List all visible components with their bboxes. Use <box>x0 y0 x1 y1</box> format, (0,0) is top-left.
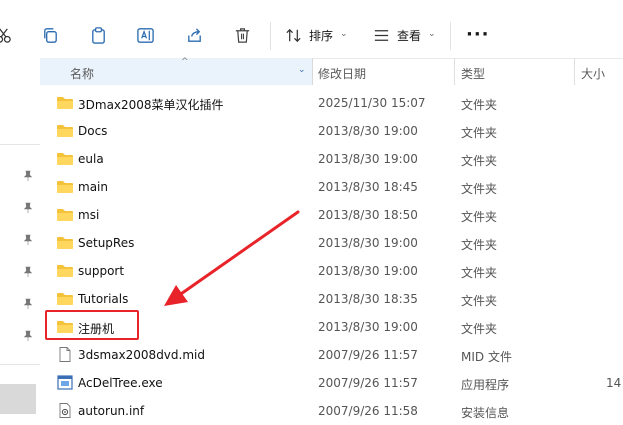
file-name: Docs <box>78 124 108 138</box>
file-name: msi <box>78 208 100 222</box>
file-type: 文件夹 <box>461 266 498 280</box>
file-type: 文件夹 <box>461 182 498 196</box>
folder-icon <box>56 123 74 138</box>
file-type: 文件夹 <box>461 126 498 140</box>
file-name: AcDelTree.exe <box>78 376 163 390</box>
column-divider[interactable] <box>454 58 455 85</box>
file-size: 14 <box>606 376 622 390</box>
file-name: 3Dmax2008菜单汉化插件 <box>78 98 224 112</box>
pin-icon[interactable] <box>22 202 34 214</box>
file-row[interactable]: Docs 2013/8/30 19:00 文件夹 <box>40 117 623 145</box>
pin-icon[interactable] <box>22 170 34 182</box>
file-date: 2013/8/30 19:00 <box>318 124 418 138</box>
column-header-date[interactable]: 修改日期 <box>318 65 366 82</box>
column-filter-chevron-icon[interactable]: ⌄ <box>298 65 310 77</box>
file-row[interactable]: support 2013/8/30 19:00 文件夹 <box>40 257 623 285</box>
nav-selected-item[interactable] <box>0 384 36 414</box>
more-options-button[interactable]: ··· <box>466 24 490 45</box>
chevron-down-icon[interactable]: ⌄ <box>340 29 348 39</box>
cut-icon[interactable] <box>0 22 16 48</box>
file-date: 2013/8/30 19:00 <box>318 236 418 250</box>
share-icon[interactable] <box>181 22 207 48</box>
file-row[interactable]: eula 2013/8/30 19:00 文件夹 <box>40 145 623 173</box>
file-name: SetupRes <box>78 236 135 250</box>
chevron-down-icon[interactable]: ⌄ <box>428 29 436 39</box>
file-date: 2007/9/26 11:57 <box>318 376 418 390</box>
navigation-pane <box>0 58 40 422</box>
file-type: 安装信息 <box>461 406 510 420</box>
delete-icon[interactable] <box>229 22 255 48</box>
folder-icon <box>56 263 74 278</box>
file-type: 应用程序 <box>461 378 510 392</box>
file-date: 2007/9/26 11:58 <box>318 404 418 418</box>
file-date: 2013/8/30 18:35 <box>318 292 418 306</box>
file-icon <box>56 347 74 362</box>
file-type: 文件夹 <box>461 210 498 224</box>
file-date: 2013/8/30 18:50 <box>318 208 418 222</box>
folder-icon <box>56 179 74 194</box>
file-date: 2013/8/30 18:45 <box>318 180 418 194</box>
file-date: 2013/8/30 19:00 <box>318 264 418 278</box>
file-date: 2013/8/30 19:00 <box>318 320 418 334</box>
exe-icon <box>56 375 74 390</box>
file-type: 文件夹 <box>461 98 498 112</box>
file-date: 2007/9/26 11:57 <box>318 348 418 362</box>
file-name: eula <box>78 152 104 166</box>
highlight-box <box>45 310 139 340</box>
view-button-label[interactable]: 查看 <box>397 27 421 44</box>
file-row[interactable]: AcDelTree.exe 2007/9/26 11:57 应用程序 14 <box>40 369 623 397</box>
folder-icon <box>56 95 74 110</box>
column-divider[interactable] <box>574 58 575 85</box>
nav-divider <box>0 364 40 365</box>
file-type: 文件夹 <box>461 294 498 308</box>
file-date: 2013/8/30 19:00 <box>318 152 418 166</box>
toolbar-separator <box>450 22 451 50</box>
file-row[interactable]: 3dsmax2008dvd.mid 2007/9/26 11:57 MID 文件 <box>40 341 623 369</box>
settings-file-icon <box>56 403 74 418</box>
file-name: autorun.inf <box>78 404 145 418</box>
file-row[interactable]: main 2013/8/30 18:45 文件夹 <box>40 173 623 201</box>
pin-icon[interactable] <box>22 266 34 278</box>
folder-icon <box>56 235 74 250</box>
view-icon[interactable] <box>368 22 394 48</box>
column-header-type[interactable]: 类型 <box>461 65 485 82</box>
toolbar-separator <box>270 22 271 50</box>
copy-icon[interactable] <box>37 22 63 48</box>
file-type: 文件夹 <box>461 154 498 168</box>
file-row[interactable]: msi 2013/8/30 18:50 文件夹 <box>40 201 623 229</box>
file-row[interactable]: 3Dmax2008菜单汉化插件 2025/11/30 15:07 文件夹 <box>40 89 623 117</box>
file-type: 文件夹 <box>461 238 498 252</box>
paste-icon[interactable] <box>85 22 111 48</box>
column-header-size[interactable]: 大小 <box>581 65 605 82</box>
file-name: support <box>78 264 125 278</box>
file-name: Tutorials <box>78 292 129 306</box>
folder-icon <box>56 151 74 166</box>
sort-button-label[interactable]: 排序 <box>309 27 333 44</box>
command-bar: 排序 ⌄ 查看 ⌄ ··· <box>0 0 623 59</box>
file-row[interactable]: autorun.inf 2007/9/26 11:58 安装信息 <box>40 397 623 425</box>
folder-icon <box>56 291 74 306</box>
file-type: 文件夹 <box>461 322 498 336</box>
file-date: 2025/11/30 15:07 <box>318 96 426 110</box>
file-type: MID 文件 <box>461 350 512 364</box>
nav-divider <box>0 144 40 145</box>
file-name: main <box>78 180 108 194</box>
file-name: 3dsmax2008dvd.mid <box>78 348 205 362</box>
folder-icon <box>56 207 74 222</box>
pin-icon[interactable] <box>22 234 34 246</box>
file-row[interactable]: SetupRes 2013/8/30 19:00 文件夹 <box>40 229 623 257</box>
sort-icon[interactable] <box>280 22 306 48</box>
column-header-name[interactable]: 名称 <box>70 65 94 82</box>
pin-icon[interactable] <box>22 298 34 310</box>
file-row[interactable]: Tutorials 2013/8/30 18:35 文件夹 <box>40 285 623 313</box>
sort-ascending-icon: ^ <box>181 57 189 67</box>
pin-icon[interactable] <box>22 330 34 342</box>
rename-icon[interactable] <box>132 22 158 48</box>
